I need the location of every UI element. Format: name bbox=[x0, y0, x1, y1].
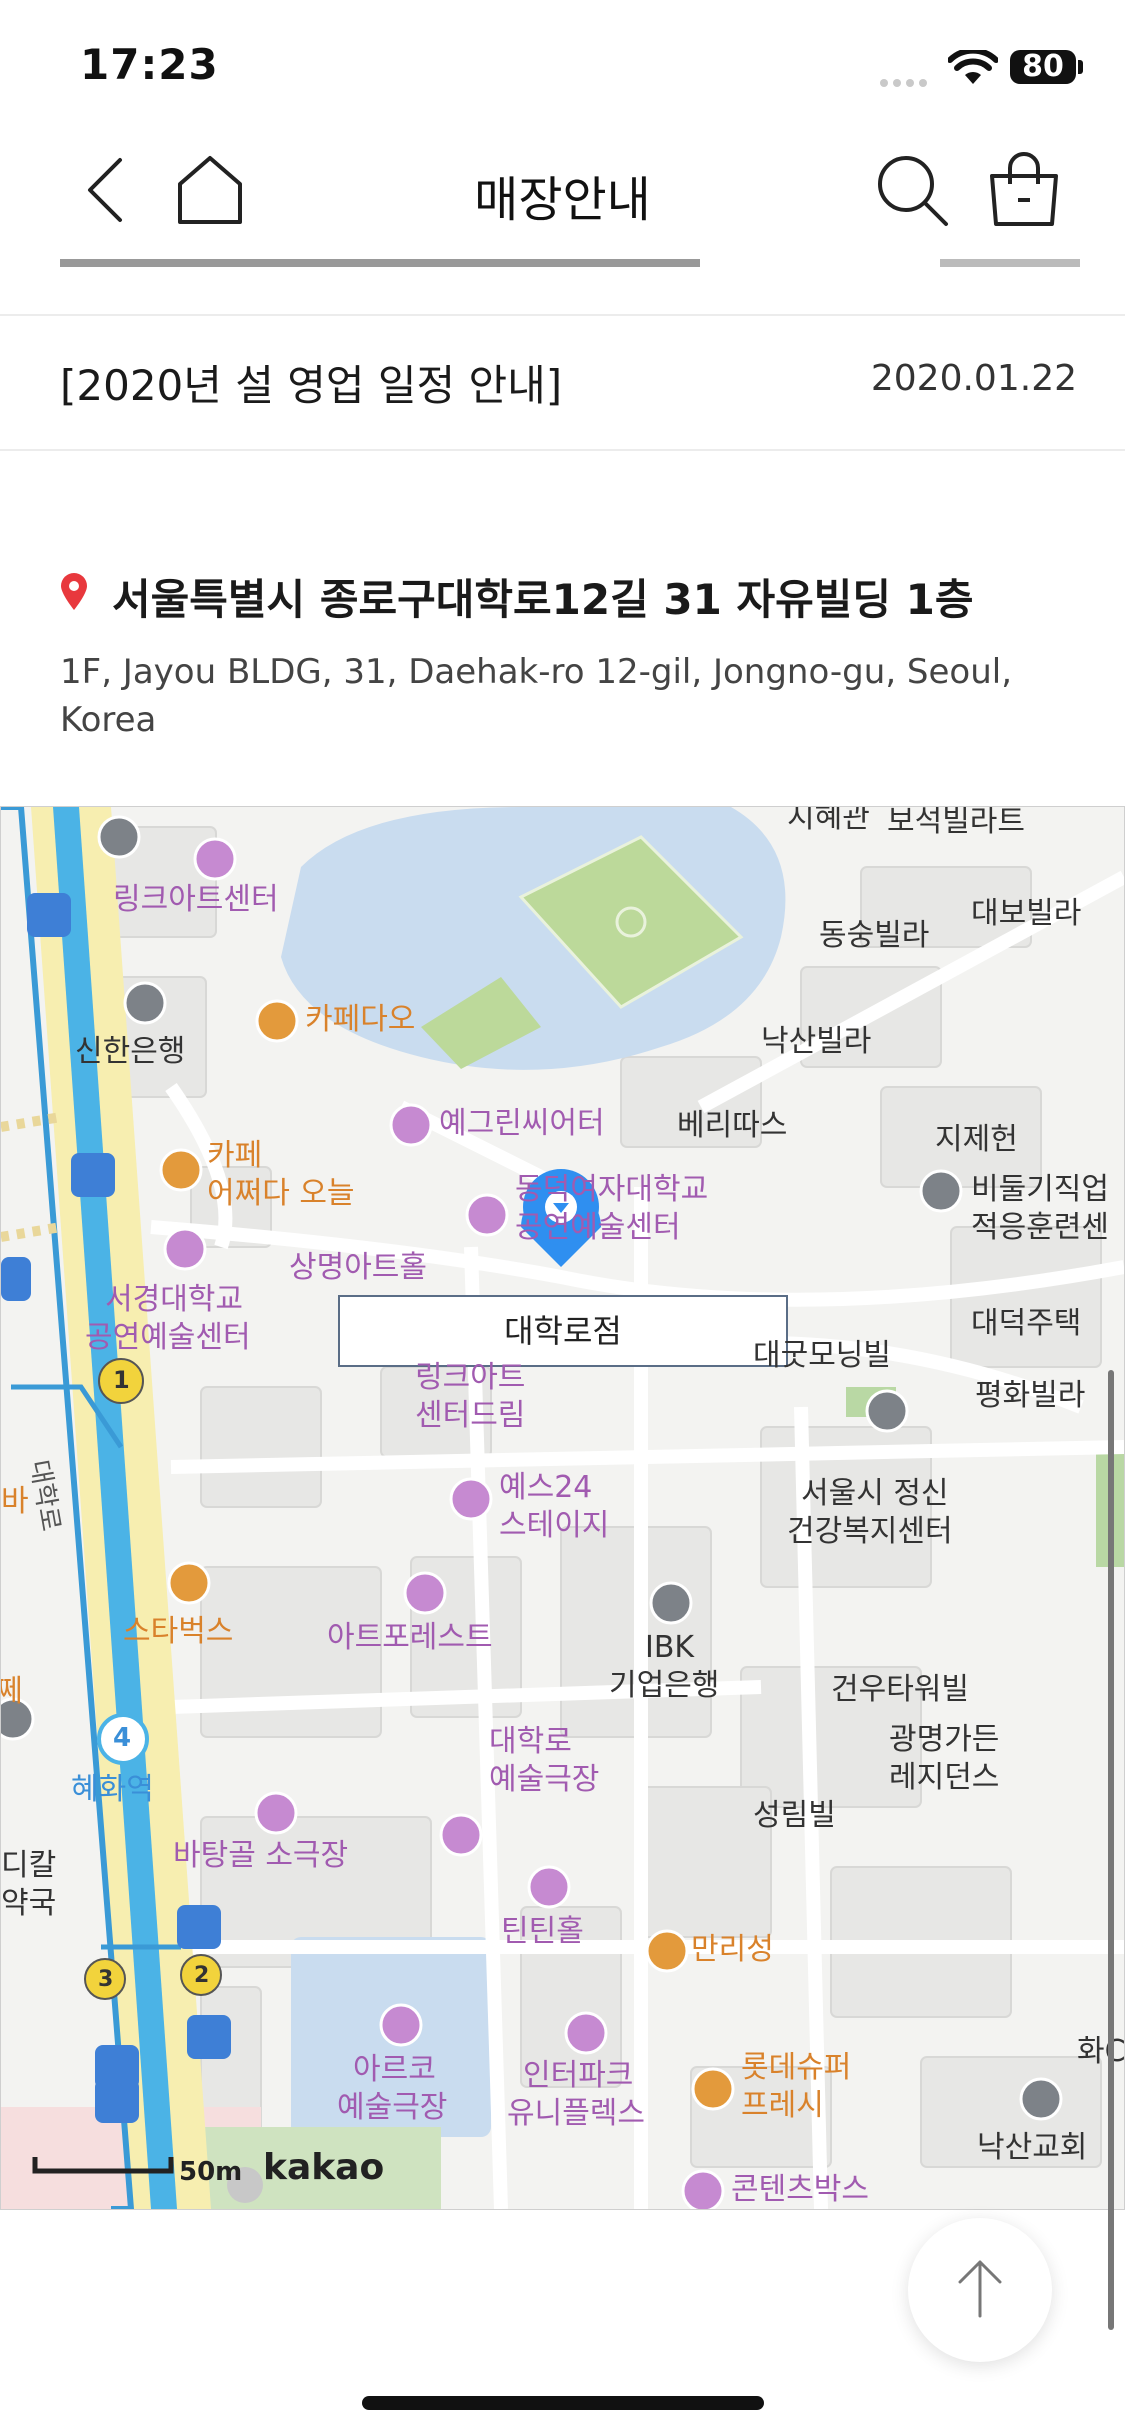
store-map[interactable]: 링크아트센터 카페다오 신한은행 예그린씨어터 카페 어쩌다 오늘 동덕여자대학… bbox=[0, 806, 1125, 2210]
map-label: 예스24 bbox=[499, 1470, 593, 1505]
map-label: 예술극장 bbox=[489, 1762, 600, 1797]
subway-line-badge: 2 bbox=[194, 1963, 210, 1988]
battery-icon: 80 bbox=[1010, 50, 1076, 84]
map-label: 예술극장 bbox=[337, 2090, 448, 2125]
home-indicator[interactable] bbox=[362, 2396, 764, 2410]
map-label: 예그린씨어터 bbox=[439, 1106, 605, 1141]
divider bbox=[0, 449, 1125, 451]
map-label: 레지던스 bbox=[889, 1760, 1000, 1795]
map-label: 건강복지센터 bbox=[787, 1514, 953, 1549]
notice-title[interactable]: [2020년 설 영업 일정 안내] bbox=[60, 352, 562, 413]
status-time: 17:23 bbox=[80, 40, 219, 89]
map-label: 서경대학교 bbox=[105, 1282, 243, 1317]
map-label: 보석빌라트 bbox=[887, 806, 1025, 839]
map-label: 화C bbox=[1077, 2034, 1125, 2069]
map-label: 낙산교회 bbox=[977, 2130, 1088, 2165]
map-label: 아르코 bbox=[353, 2052, 436, 2087]
map-label: 스테이지 bbox=[499, 1508, 610, 1543]
map-label: 베리따스 bbox=[677, 1108, 788, 1143]
search-icon[interactable] bbox=[872, 150, 952, 230]
subway-line-badge: 4 bbox=[113, 1723, 132, 1753]
clipped-text-fragment bbox=[60, 259, 1080, 267]
map-label: 건우타워빌 bbox=[831, 1672, 969, 1707]
map-label: 프레시 bbox=[741, 2088, 824, 2123]
map-label: 평화빌라 bbox=[975, 1378, 1086, 1413]
map-label: 혜화역 bbox=[71, 1772, 154, 1807]
map-label: 지혜관 bbox=[787, 806, 870, 835]
location-pin-icon bbox=[61, 573, 87, 610]
scrollbar[interactable] bbox=[1108, 1370, 1114, 2330]
cellular-signal-icon bbox=[880, 72, 934, 87]
map-label: 카페다오 bbox=[305, 1002, 416, 1037]
map-label: 콘텐츠박스 bbox=[731, 2172, 869, 2207]
map-label: 대굿모닝빌 bbox=[753, 1338, 891, 1373]
store-address-korean: 서울특별시 종로구대학로12길 31 자유빌딩 1층 bbox=[112, 575, 974, 624]
subway-line-badge: 3 bbox=[98, 1967, 114, 1992]
map-label: 성림빌 bbox=[753, 1798, 836, 1833]
shopping-bag-icon[interactable] bbox=[984, 150, 1064, 230]
map-label: 어쩌다 오늘 bbox=[207, 1176, 355, 1211]
map-label: 링크아트 bbox=[415, 1360, 526, 1395]
map-label: 만리성 bbox=[691, 1932, 774, 1967]
subway-line-badge: 1 bbox=[113, 1366, 130, 1394]
map-label: 링크아트센터 bbox=[113, 882, 279, 917]
map-label: 약국 bbox=[1, 1886, 57, 1921]
map-label: 아트포레스트 bbox=[327, 1620, 493, 1655]
map-label: 쩨 bbox=[1, 1673, 23, 1711]
map-label: 동덕여자대학교 bbox=[515, 1172, 709, 1207]
map-label: 틴틴홀 bbox=[501, 1914, 584, 1949]
map-label: 바탕골 소극장 bbox=[173, 1838, 349, 1873]
divider bbox=[0, 314, 1125, 316]
map-label: 상명아트홀 bbox=[289, 1250, 427, 1285]
map-label: 신한은행 bbox=[75, 1034, 186, 1069]
wifi-icon bbox=[948, 50, 998, 84]
scroll-to-top-button[interactable] bbox=[908, 2218, 1052, 2362]
map-label: 공연예술센터 bbox=[85, 1320, 251, 1355]
arrow-up-icon bbox=[958, 2260, 1002, 2318]
map-label: 동숭빌라 bbox=[819, 918, 930, 953]
map-label: 적응훈련센 bbox=[971, 1210, 1109, 1245]
map-label: 센터드림 bbox=[415, 1398, 526, 1433]
map-label: IBK bbox=[645, 1630, 695, 1665]
page-title: 매장안내 bbox=[474, 172, 651, 228]
map-label: 스타벅스 bbox=[123, 1614, 234, 1649]
kakao-logo: kakao bbox=[263, 2147, 385, 2188]
map-label: 대학로 bbox=[489, 1724, 572, 1759]
map-label: 대덕주택 bbox=[971, 1306, 1082, 1341]
map-label: 대보빌라 bbox=[971, 896, 1082, 931]
map-scale-text: 50m bbox=[179, 2157, 243, 2187]
map-label: 낙산빌라 bbox=[761, 1024, 872, 1059]
map-label: 디칼 bbox=[1, 1848, 57, 1883]
map-label: 지제헌 bbox=[935, 1122, 1018, 1157]
map-label: 기업은행 bbox=[609, 1668, 720, 1703]
map-label: 카페 bbox=[207, 1138, 263, 1173]
map-label: 유니플렉스 bbox=[507, 2096, 645, 2131]
battery-cap bbox=[1078, 60, 1083, 74]
store-name-label[interactable]: 대학로점 bbox=[338, 1295, 788, 1367]
map-label: 광명가든 bbox=[889, 1722, 1000, 1757]
notice-date: 2020.01.22 bbox=[870, 358, 1077, 399]
list-item-partial[interactable] bbox=[60, 235, 1080, 275]
map-label: 비둘기직업 bbox=[971, 1172, 1109, 1207]
map-label: 서울시 정신 bbox=[801, 1476, 949, 1511]
map-label: 인터파크 bbox=[523, 2058, 634, 2093]
store-address-english: 1F, Jayou BLDG, 31, Daehak-ro 12-gil, Jo… bbox=[60, 652, 1013, 740]
map-label: 공연예술센터 bbox=[515, 1210, 681, 1245]
map-label: 롯데슈퍼 bbox=[741, 2050, 852, 2085]
